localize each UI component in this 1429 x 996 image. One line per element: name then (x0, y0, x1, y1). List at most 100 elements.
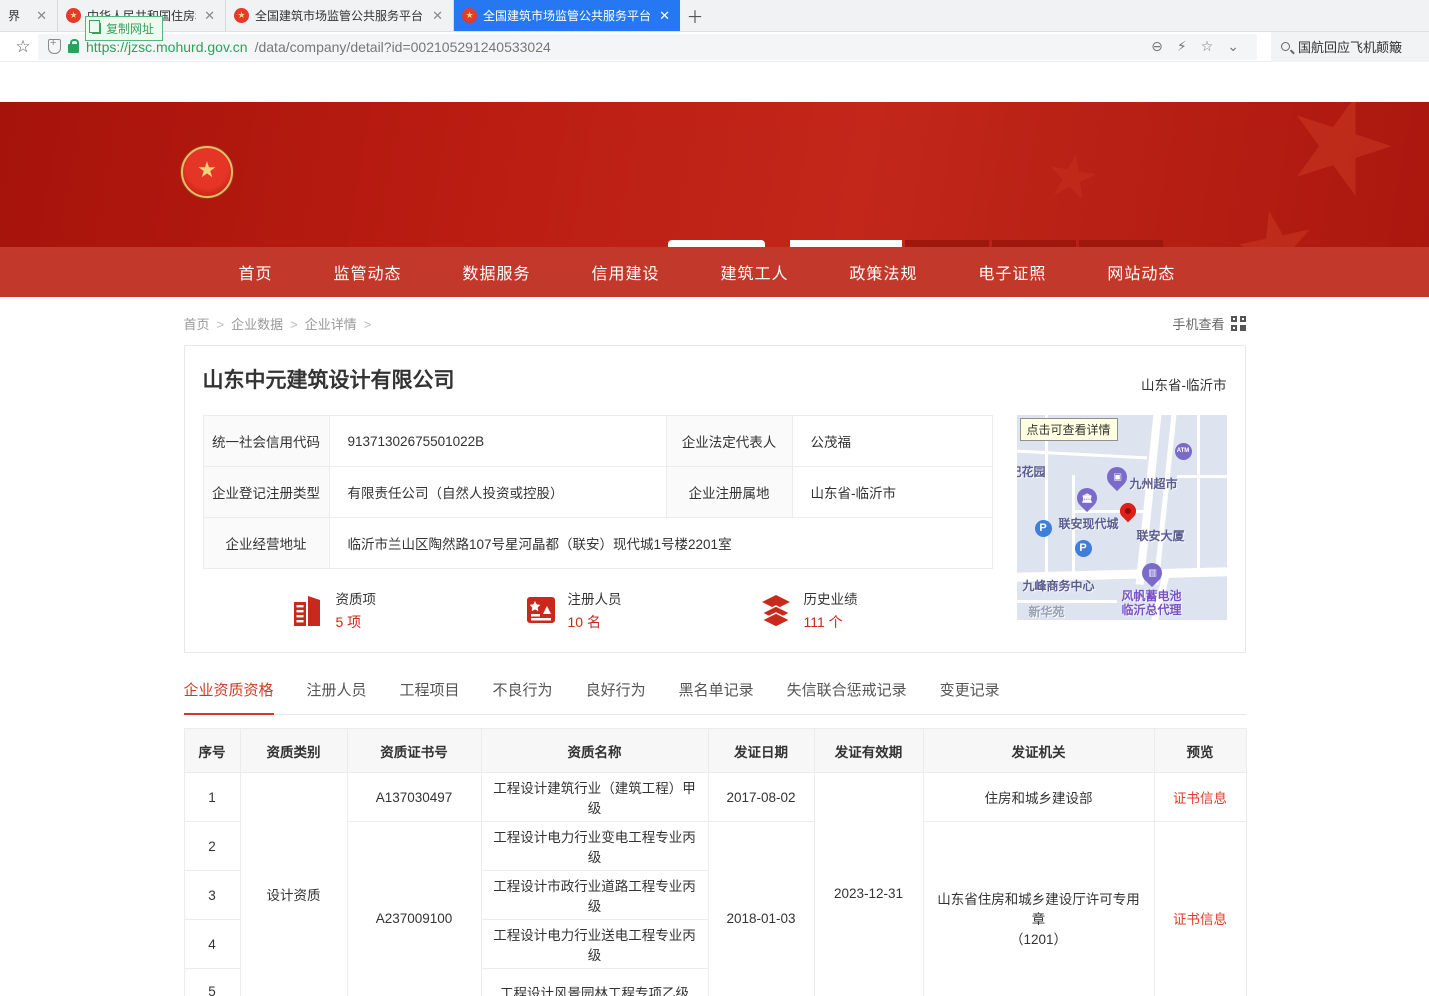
credit-code-label: 统一社会信用代码 (203, 416, 329, 467)
close-icon[interactable]: ✕ (430, 8, 445, 24)
qual-name-cell: 工程设计风景园林工程专项乙级 (481, 969, 708, 996)
reg-type-label: 企业登记注册类型 (203, 467, 329, 518)
company-region: 山东省-临沂市 (1141, 374, 1227, 394)
detail-tab-bar: 企业资质资格 注册人员 工程项目 不良行为 良好行为 黑名单记录 失信联合惩戒记… (184, 679, 1246, 715)
header-search-panel: 建设工程企业 从业人员 建设项目 诚信记录 搜索 (790, 240, 1237, 247)
browser-hot-search[interactable]: 国航回应飞机颠簸 (1271, 32, 1429, 62)
legal-rep-value: 公茂福 (792, 416, 992, 467)
close-icon[interactable]: ✕ (657, 8, 672, 24)
cert-no-cell: A137030497 (347, 773, 481, 822)
mobile-view-button[interactable]: 手机查看 (1172, 314, 1245, 333)
address-label: 企业经营地址 (203, 518, 329, 569)
breadcrumb-home[interactable]: 首页 (184, 317, 210, 332)
search-tab-credit[interactable]: 诚信记录 (1079, 240, 1163, 247)
layers-icon (759, 593, 793, 627)
search-icon (1281, 42, 1290, 51)
chevron-down-icon[interactable]: ⌄ (1227, 38, 1239, 55)
qual-name-cell: 工程设计电力行业送电工程专业丙级 (481, 920, 708, 969)
new-tab-button[interactable]: ＋ (680, 0, 710, 31)
tab-title: 全国建筑市场监管公共服务平台 (255, 7, 424, 24)
zoom-out-icon[interactable]: ⊖ (1151, 38, 1163, 55)
stat-history-performance: 历史业绩 111 个 (759, 588, 993, 632)
nav-item-data-service[interactable]: 数据服务 (462, 260, 530, 284)
emblem-star-icon: ★ (197, 159, 217, 181)
atm-marker-icon: ATM (1175, 443, 1192, 460)
search-tab-personnel[interactable]: 从业人员 (905, 240, 989, 247)
tab-registered-personnel[interactable]: 注册人员 (307, 679, 367, 714)
valid-until-cell: 2023-12-31 (814, 773, 923, 996)
decor-star-icon: ★ (1040, 138, 1105, 216)
main-navigation: 首页 监管动态 数据服务 信用建设 建筑工人 政策法规 电子证照 网站动态 (0, 247, 1429, 297)
tab-change-records[interactable]: 变更记录 (940, 679, 1000, 714)
shield-plus-icon[interactable] (48, 39, 61, 54)
address-bar[interactable]: https://jzsc.mohurd.gov.cn/data/company/… (38, 34, 1257, 60)
nav-item-e-license[interactable]: 电子证照 (978, 260, 1046, 284)
authority-cell: 山东省住房和城乡建设厅许可专用章 （1201） (923, 822, 1154, 996)
issue-date-cell: 2017-08-02 (708, 773, 814, 822)
lock-icon (68, 44, 79, 53)
nav-item-workers[interactable]: 建筑工人 (720, 260, 788, 284)
decor-star-icon: ★ (1223, 184, 1329, 247)
company-info-table: 统一社会信用代码 91371302675501022B 企业法定代表人 公茂福 … (203, 415, 993, 569)
tab-good-behavior[interactable]: 良好行为 (586, 679, 646, 714)
search-tab-project[interactable]: 建设项目 (992, 240, 1076, 247)
nav-item-supervision[interactable]: 监管动态 (333, 260, 401, 284)
table-row: 1 设计资质 A137030497 工程设计建筑行业（建筑工程）甲级 2017-… (184, 773, 1246, 822)
tab-blacklist[interactable]: 黑名单记录 (679, 679, 754, 714)
breadcrumb-company-detail[interactable]: 企业详情 (305, 317, 357, 332)
company-stats: 资质项 5 项 注册人员 (203, 588, 993, 632)
preview-cell: 证书信息 (1154, 773, 1246, 822)
reg-region-label: 企业注册属地 (666, 467, 792, 518)
search-tab-enterprise[interactable]: 建设工程企业 (790, 240, 902, 247)
tab-dishonesty-records[interactable]: 失信联合惩戒记录 (787, 679, 907, 714)
breadcrumb-company-data[interactable]: 企业数据 (231, 317, 283, 332)
national-emblem-logo: ★ (181, 146, 233, 198)
close-icon[interactable]: ✕ (202, 8, 217, 24)
copy-icon (92, 23, 101, 34)
browser-tab-partial[interactable]: 界 ✕ (0, 0, 58, 31)
tab-bad-behavior[interactable]: 不良行为 (493, 679, 553, 714)
stat-qualifications: 资质项 5 项 (291, 588, 525, 632)
tab-qualifications[interactable]: 企业资质资格 (184, 679, 274, 715)
favorite-star-icon[interactable]: ☆ (1201, 38, 1214, 55)
address-value: 临沂市兰山区陶然路107号星河晶都（联安）现代城1号楼2201室 (329, 518, 992, 569)
legal-rep-label: 企业法定代表人 (666, 416, 792, 467)
nav-item-home[interactable]: 首页 (239, 260, 273, 284)
emblem-favicon-icon: ★ (234, 8, 249, 23)
nav-item-policy[interactable]: 政策法规 (849, 260, 917, 284)
map-label-battery2: 临沂总代理 (1122, 601, 1182, 618)
seq-cell: 1 (184, 773, 240, 822)
map-tooltip: 点击可查看详情 (1020, 418, 1118, 441)
nav-item-site-news[interactable]: 网站动态 (1107, 260, 1175, 284)
stat-registered-personnel: 注册人员 10 名 (525, 588, 759, 632)
certificate-info-link[interactable]: 证书信息 (1173, 912, 1227, 927)
tab-projects[interactable]: 工程项目 (400, 679, 460, 714)
seq-cell: 3 (184, 871, 240, 920)
url-path: /data/company/detail?id=0021052912405330… (255, 39, 551, 55)
map-label-tower: 联安大厦 (1137, 527, 1185, 544)
personnel-book-icon (525, 594, 557, 626)
lightning-icon[interactable]: ⚡ (1177, 38, 1187, 55)
close-icon[interactable]: ✕ (34, 8, 49, 24)
nav-item-credit[interactable]: 信用建设 (591, 260, 659, 284)
qualification-table: 序号 资质类别 资质证书号 资质名称 发证日期 发证有效期 发证机关 预览 1 … (184, 728, 1247, 996)
table-header-row: 序号 资质类别 资质证书号 资质名称 发证日期 发证有效期 发证机关 预览 (184, 729, 1246, 773)
company-location-map[interactable]: ▣ 九州超市 ATM 纪花园 🏛 联安现代城 联安大厦 P P 九峰商务中心 ▥… (1017, 415, 1227, 620)
site-qr-code: S (668, 240, 765, 247)
issue-date-cell: 2018-01-03 (708, 822, 814, 996)
tab-title: 界 (8, 7, 28, 24)
qual-name-cell: 工程设计电力行业变电工程专业丙级 (481, 822, 708, 871)
qual-name-cell: 工程设计建筑行业（建筑工程）甲级 (481, 773, 708, 822)
browser-tab-jzsc-1[interactable]: ★ 全国建筑市场监管公共服务平台 ✕ (226, 0, 454, 31)
map-label-business-center: 九峰商务中心 (1023, 577, 1095, 594)
certificate-info-link[interactable]: 证书信息 (1173, 791, 1227, 806)
emblem-favicon-icon: ★ (66, 8, 81, 23)
map-label-xinhuayuan: 新华苑 (1029, 603, 1065, 620)
browser-tab-jzsc-active[interactable]: ★ 全国建筑市场监管公共服务平台 ✕ (454, 0, 680, 31)
bookmark-star-icon[interactable]: ☆ (8, 37, 38, 57)
decor-star-icon: ★ (1262, 102, 1420, 233)
browser-tab-bar: 界 ✕ ★ 中华人民共和国住房和城乡建设 ✕ ★ 全国建筑市场监管公共服务平台 … (0, 0, 1429, 32)
company-name: 山东中元建筑设计有限公司 (203, 364, 1227, 394)
qual-name-cell: 工程设计市政行业道路工程专业丙级 (481, 871, 708, 920)
preview-cell: 证书信息 (1154, 822, 1246, 996)
